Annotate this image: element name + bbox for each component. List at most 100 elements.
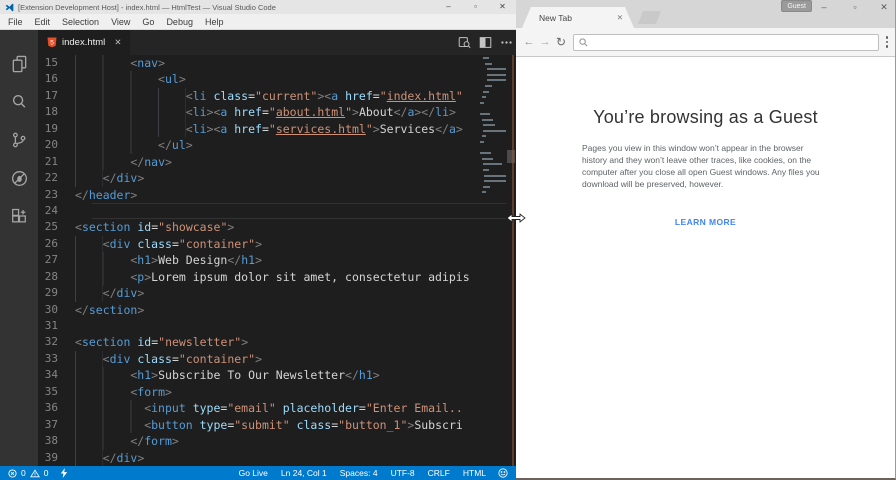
code-editor[interactable]: 15 <nav> 16 <ul> 17 <li class="current"><a hr… bbox=[38, 55, 516, 466]
line-number[interactable]: 38 bbox=[38, 433, 75, 449]
code-line-33[interactable]: 33 <div class="container"> bbox=[38, 350, 516, 368]
menu-help[interactable]: Help bbox=[199, 14, 230, 30]
browser-tab-new-tab[interactable]: New Tab ✕ bbox=[522, 7, 634, 28]
line-number[interactable]: 21 bbox=[38, 154, 75, 170]
status-html[interactable]: HTML bbox=[463, 468, 486, 478]
refresh-button[interactable]: ↻ bbox=[553, 36, 569, 48]
status-go-live[interactable]: Go Live bbox=[239, 468, 268, 478]
code-line-32[interactable]: 32 <section id="newsletter"> bbox=[38, 334, 516, 350]
learn-more-link[interactable]: LEARN MORE bbox=[675, 217, 736, 227]
line-number[interactable]: 23 bbox=[38, 187, 75, 203]
source-control-icon[interactable] bbox=[7, 128, 31, 152]
debug-icon[interactable] bbox=[7, 166, 31, 190]
vscode-close-button[interactable]: ✕ bbox=[489, 0, 516, 14]
warnings-icon[interactable] bbox=[29, 468, 40, 478]
code-line-26[interactable]: 26 <div class="container"> bbox=[38, 235, 516, 253]
code-line-18[interactable]: 18 <li><a href="about.html">About</a></li… bbox=[38, 104, 516, 121]
extensions-icon[interactable] bbox=[7, 204, 31, 228]
tab-close-icon[interactable]: ✕ bbox=[114, 37, 121, 48]
line-number[interactable]: 39 bbox=[38, 450, 75, 466]
new-tab-button[interactable] bbox=[638, 11, 661, 24]
back-button[interactable]: ← bbox=[521, 36, 537, 48]
code-line-39[interactable]: 39 </div> bbox=[38, 449, 516, 466]
line-number[interactable]: 31 bbox=[38, 318, 75, 334]
line-number[interactable]: 36 bbox=[38, 400, 75, 416]
vscode-maximize-button[interactable]: ▫ bbox=[462, 0, 489, 14]
code-line-27[interactable]: 27 <h1>Web Design</h1> bbox=[38, 252, 516, 269]
line-number[interactable]: 15 bbox=[38, 55, 75, 71]
code-line-20[interactable]: 20 </ul> bbox=[38, 137, 516, 154]
status-ln-24-col-1[interactable]: Ln 24, Col 1 bbox=[281, 468, 327, 478]
overview-ruler bbox=[512, 55, 514, 466]
more-actions-icon[interactable] bbox=[500, 36, 513, 49]
address-bar[interactable] bbox=[573, 33, 879, 51]
address-input[interactable] bbox=[592, 35, 878, 49]
line-number[interactable]: 29 bbox=[38, 285, 75, 301]
code-line-24[interactable]: 24 bbox=[38, 202, 516, 220]
menu-view[interactable]: View bbox=[105, 14, 136, 30]
menu-debug[interactable]: Debug bbox=[160, 14, 199, 30]
code-line-15[interactable]: 15 <nav> bbox=[38, 55, 516, 72]
line-number[interactable]: 37 bbox=[38, 417, 75, 433]
line-number[interactable]: 20 bbox=[38, 137, 75, 153]
guest-profile-badge[interactable]: Guest bbox=[781, 0, 812, 12]
line-number[interactable]: 19 bbox=[38, 121, 75, 137]
menu-go[interactable]: Go bbox=[136, 14, 160, 30]
code-line-19[interactable]: 19 <li><a href="services.html">Services</… bbox=[38, 120, 516, 138]
line-number[interactable]: 17 bbox=[38, 88, 75, 104]
minimap[interactable] bbox=[480, 55, 506, 200]
line-number[interactable]: 26 bbox=[38, 236, 75, 252]
code-line-37[interactable]: 37 <button type="submit" class="button_1"… bbox=[38, 416, 516, 434]
line-number[interactable]: 16 bbox=[38, 71, 75, 87]
forward-button[interactable]: → bbox=[537, 36, 553, 48]
bolt-icon[interactable] bbox=[60, 468, 68, 478]
browser-maximize-button[interactable]: ▫ bbox=[847, 2, 863, 12]
line-number[interactable]: 35 bbox=[38, 384, 75, 400]
code-line-34[interactable]: 34 <h1>Subscribe To Our Newsletter</h1> bbox=[38, 367, 516, 384]
vscode-minimize-button[interactable]: – bbox=[435, 0, 462, 14]
line-number[interactable]: 28 bbox=[38, 269, 75, 285]
browser-tab-close-icon[interactable]: ✕ bbox=[617, 13, 623, 22]
error-count[interactable]: 0 bbox=[21, 468, 26, 478]
line-number[interactable]: 30 bbox=[38, 302, 75, 318]
line-number[interactable]: 34 bbox=[38, 367, 75, 383]
status-spaces-4[interactable]: Spaces: 4 bbox=[340, 468, 378, 478]
code-line-29[interactable]: 29 </div> bbox=[38, 285, 516, 302]
code-line-22[interactable]: 22 </div> bbox=[38, 170, 516, 187]
warning-count[interactable]: 0 bbox=[44, 468, 49, 478]
split-editor-icon[interactable] bbox=[479, 36, 492, 49]
code-line-25[interactable]: 25 <section id="showcase"> bbox=[38, 219, 516, 235]
tab-index-html[interactable]: 5 index.html ✕ bbox=[38, 30, 131, 55]
code-line-23[interactable]: 23 </header> bbox=[38, 187, 516, 203]
explorer-icon[interactable] bbox=[7, 52, 31, 76]
menu-selection[interactable]: Selection bbox=[56, 14, 105, 30]
code-line-30[interactable]: 30 </section> bbox=[38, 302, 516, 318]
code-line-31[interactable]: 31 bbox=[38, 318, 516, 334]
line-number[interactable]: 24 bbox=[38, 203, 75, 219]
line-number[interactable]: 25 bbox=[38, 219, 75, 235]
status-utf-8[interactable]: UTF-8 bbox=[391, 468, 415, 478]
code-line-16[interactable]: 16 <ul> bbox=[38, 71, 516, 88]
line-number[interactable]: 22 bbox=[38, 170, 75, 186]
line-number[interactable]: 27 bbox=[38, 252, 75, 268]
menu-file[interactable]: File bbox=[2, 14, 29, 30]
code-line-38[interactable]: 38 </form> bbox=[38, 433, 516, 450]
code-line-36[interactable]: 36 <input type="email" placeholder="Enter… bbox=[38, 400, 516, 417]
code-line-35[interactable]: 35 <form> bbox=[38, 383, 516, 401]
line-number[interactable]: 33 bbox=[38, 351, 75, 367]
editor-scrollbar[interactable] bbox=[506, 55, 516, 466]
code-line-28[interactable]: 28 <p>Lorem ipsum dolor sit amet, consect… bbox=[38, 268, 516, 286]
search-icon[interactable] bbox=[7, 90, 31, 114]
line-number[interactable]: 18 bbox=[38, 104, 75, 120]
browser-close-button[interactable]: ✕ bbox=[876, 2, 892, 13]
line-number[interactable]: 32 bbox=[38, 334, 75, 350]
status-crlf[interactable]: CRLF bbox=[428, 468, 450, 478]
errors-icon[interactable] bbox=[8, 468, 17, 478]
code-line-17[interactable]: 17 <li class="current"><a href="index.htm… bbox=[38, 87, 516, 105]
feedback-smiley-icon[interactable] bbox=[498, 468, 508, 478]
menu-edit[interactable]: Edit bbox=[29, 14, 57, 30]
open-preview-icon[interactable] bbox=[458, 36, 471, 49]
code-line-21[interactable]: 21 </nav> bbox=[38, 153, 516, 171]
browser-minimize-button[interactable]: – bbox=[816, 2, 832, 12]
browser-menu-icon[interactable] bbox=[885, 36, 888, 48]
